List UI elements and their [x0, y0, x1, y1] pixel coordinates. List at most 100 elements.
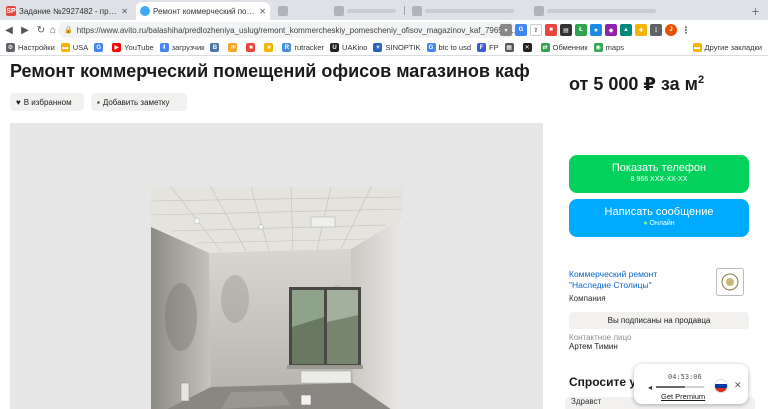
bookmark-11[interactable]: ☀ SINOPTIK	[373, 43, 421, 52]
bookmark-18[interactable]: ▬ Другие закладки	[692, 43, 762, 52]
timer-readout: 04:53:06	[668, 373, 702, 381]
menu-icon[interactable]: ⋮	[680, 24, 692, 36]
new-tab-icon[interactable]: ＋	[751, 5, 760, 18]
ltc-icon[interactable]: Ł	[575, 24, 587, 36]
extension-icons: ▾ G ⇪ ■ ▤ Ł ★ ◆ ▲ ✚ ⋮ J ⋮	[500, 22, 692, 38]
progress-fill	[656, 386, 685, 388]
tab-6[interactable]	[530, 2, 660, 20]
tab-task[interactable]: SP Задание №2927482 - просмотр з ✕	[2, 2, 132, 20]
note-icon: ▪	[97, 97, 100, 107]
dropdown-icon[interactable]: ▾	[500, 24, 512, 36]
pointer-icon: ◂	[648, 383, 653, 392]
seller-name-link[interactable]: Коммерческий ремонт "Наследие Столицы"	[569, 269, 657, 291]
bookmark-label: загрузчик	[171, 43, 205, 52]
progress-track	[656, 386, 704, 388]
address-bar[interactable]: 🔒 https://www.avito.ru/balashiha/predloz…	[58, 22, 516, 38]
vpn-widget: 04:53:06 ◂ ✕ Get Premium	[634, 364, 748, 404]
bookmark-9[interactable]: Rrutracker	[282, 43, 324, 52]
exchange-icon: ⇄	[540, 43, 550, 52]
bookmark-7[interactable]: ■	[246, 43, 258, 52]
tab-favicon-icon	[534, 6, 544, 16]
bookmark-label: maps	[605, 43, 625, 52]
bookmarks-bar: ⚙ Настройки ▬ USA G ▶ YouTube ⬇ загрузчик В ✉ ■ ★ Rru…	[0, 40, 768, 56]
bookmark-label: Настройки	[18, 43, 55, 52]
bookmark-15[interactable]: ✕	[522, 43, 535, 52]
download-icon: ⬇	[159, 43, 169, 52]
uakino-icon: U	[330, 43, 340, 52]
google-translate-icon[interactable]: G	[515, 24, 527, 36]
bookmark-3[interactable]: ▶ YouTube	[112, 43, 154, 52]
rss-icon[interactable]: ▤	[560, 24, 572, 36]
bookmark-17[interactable]: ◉ maps	[593, 43, 625, 52]
tab-title: Задание №2927482 - просмотр з	[19, 6, 118, 16]
price-value: от 5 000 ₽ за м	[569, 74, 698, 94]
bookmark-14[interactable]: ▦	[504, 43, 517, 52]
avito-favicon-icon	[140, 6, 150, 16]
browser-tab-bar: SP Задание №2927482 - просмотр з ✕ Ремон…	[0, 0, 768, 20]
heart-icon: ♥	[16, 97, 21, 107]
subscribed-button[interactable]: Вы подписаны на продавца	[569, 312, 749, 329]
write-message-button[interactable]: Написать сообщение ● Онлайн	[569, 199, 749, 237]
tab-4[interactable]	[330, 2, 400, 20]
bookmark-label: FP	[489, 43, 499, 52]
browser-toolbar: ◀ ▶ ↻ ⌂ 🔒 https://www.avito.ru/balashiha…	[0, 20, 768, 40]
tab-avito-listing[interactable]: Ремонт коммерческий помещен ✕	[136, 2, 270, 20]
show-phone-label: Показать телефон	[611, 162, 707, 174]
room-photo-image	[151, 187, 402, 409]
flag-icon[interactable]: ■	[545, 24, 557, 36]
mail-icon: ✉	[228, 43, 238, 52]
close-tab-icon[interactable]: ✕	[259, 7, 266, 16]
photo-gallery[interactable]	[10, 123, 543, 409]
bookmark-0[interactable]: ⚙ Настройки	[6, 43, 55, 52]
bookmark-12[interactable]: Gbtc to usd	[426, 43, 472, 52]
forward-arrow-icon[interactable]: ▶	[18, 23, 32, 37]
phone-number-masked: 8 966 XXX-XX-XX	[630, 176, 688, 183]
avatar[interactable]: J	[665, 24, 677, 36]
online-dot-icon: ●	[643, 220, 648, 227]
bookmark-6[interactable]: ✉	[228, 43, 240, 52]
bookmark-label: btc to usd	[438, 43, 472, 52]
tab-title: Ремонт коммерческий помещен	[153, 6, 257, 16]
tab-3[interactable]	[274, 2, 288, 20]
extension-icon[interactable]: ◆	[605, 24, 617, 36]
puzzle-icon[interactable]: ✚	[635, 24, 647, 36]
extension-icon[interactable]: ▲	[620, 24, 632, 36]
extension-icon[interactable]: ★	[590, 24, 602, 36]
bookmark-16[interactable]: ⇄ Обменник	[540, 43, 588, 52]
tab-title-blurred	[425, 9, 514, 13]
bookmark-13[interactable]: F FP	[477, 43, 499, 52]
share-icon[interactable]: ⇪	[530, 24, 542, 36]
bookmark-4[interactable]: ⬇ загрузчик	[159, 43, 205, 52]
online-label: Онлайн	[649, 220, 675, 227]
youtube-icon: ▶	[112, 43, 122, 52]
tab-favicon-icon	[412, 6, 422, 16]
close-icon[interactable]: ✕	[734, 380, 742, 391]
bookmark-5[interactable]: В	[210, 43, 222, 52]
add-note-button[interactable]: ▪ Добавить заметку	[91, 93, 187, 111]
bookmark-2[interactable]: G	[94, 43, 106, 52]
seller-logo[interactable]	[716, 268, 744, 296]
listing-title: Ремонт коммерческий помещений офисов маг…	[10, 61, 530, 81]
back-arrow-icon[interactable]: ◀	[2, 23, 16, 37]
folder-icon: ▬	[692, 43, 702, 52]
fp-icon: F	[477, 43, 487, 52]
seller-name-line1: Коммерческий ремонт	[569, 269, 658, 279]
price: от 5 000 ₽ за м2	[569, 74, 704, 95]
bookmark-label: USA	[72, 43, 89, 52]
bookmark-8[interactable]: ★	[264, 43, 276, 52]
close-tab-icon[interactable]: ✕	[121, 7, 128, 16]
russia-flag-icon[interactable]	[714, 379, 728, 393]
x-icon: ✕	[522, 43, 532, 52]
extensions-menu-icon[interactable]: ⋮	[650, 24, 662, 36]
bookmark-label: Другие закладки	[704, 43, 762, 52]
bookmark-1[interactable]: ▬ USA	[60, 43, 89, 52]
tab-5[interactable]	[408, 2, 518, 20]
bookmark-10[interactable]: U UAKino	[330, 43, 367, 52]
favorite-button[interactable]: ♥ В избранном	[10, 93, 84, 111]
google-icon: G	[426, 43, 436, 52]
tab-favicon-icon: SP	[6, 6, 16, 16]
listing-photo[interactable]	[151, 187, 402, 409]
show-phone-button[interactable]: Показать телефон 8 966 XXX-XX-XX	[569, 155, 749, 193]
get-premium-link[interactable]: Get Premium	[661, 392, 705, 401]
bookmark-label: UAKino	[342, 43, 368, 52]
